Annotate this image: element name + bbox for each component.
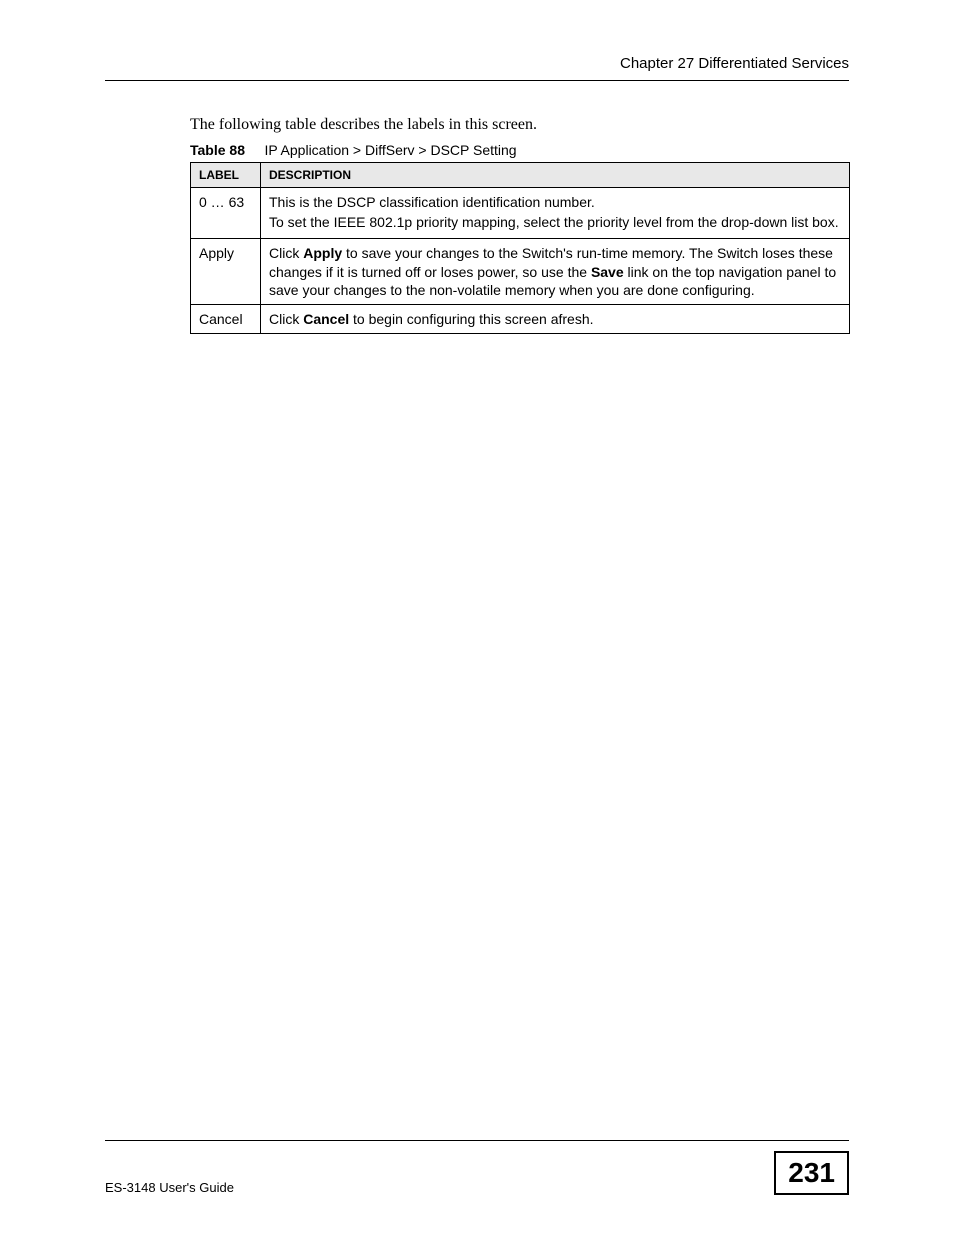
document-page: Chapter 27 Differentiated Services The f… — [0, 0, 954, 1235]
intro-paragraph: The following table describes the labels… — [190, 116, 849, 134]
page-header: Chapter 27 Differentiated Services — [105, 55, 849, 81]
page-number: 231 — [774, 1151, 849, 1195]
table-header-row: LABEL DESCRIPTION — [191, 163, 850, 188]
table-row: Cancel Click Cancel to begin configuring… — [191, 304, 850, 333]
cell-description: Click Apply to save your changes to the … — [261, 239, 850, 305]
desc-text: to begin configuring this screen afresh. — [349, 311, 593, 327]
table-title: IP Application > DiffServ > DSCP Setting — [264, 142, 516, 158]
desc-bold: Save — [591, 264, 624, 280]
column-header-label: LABEL — [191, 163, 261, 188]
desc-text: Click — [269, 245, 303, 261]
cell-label: 0 … 63 — [191, 188, 261, 239]
cell-label: Apply — [191, 239, 261, 305]
desc-text: Click — [269, 311, 303, 327]
cell-label: Cancel — [191, 304, 261, 333]
cell-description: This is the DSCP classification identifi… — [261, 188, 850, 239]
description-table: LABEL DESCRIPTION 0 … 63 This is the DSC… — [190, 162, 850, 334]
table-row: 0 … 63 This is the DSCP classification i… — [191, 188, 850, 239]
desc-bold: Apply — [303, 245, 342, 261]
cell-description: Click Cancel to begin configuring this s… — [261, 304, 850, 333]
page-footer: ES-3148 User's Guide 231 — [105, 1140, 849, 1195]
desc-bold: Cancel — [303, 311, 349, 327]
table-caption: Table 88 IP Application > DiffServ > DSC… — [190, 142, 849, 158]
column-header-description: DESCRIPTION — [261, 163, 850, 188]
table-row: Apply Click Apply to save your changes t… — [191, 239, 850, 305]
footer-guide-name: ES-3148 User's Guide — [105, 1180, 234, 1195]
table-number: Table 88 — [190, 142, 245, 158]
desc-line: To set the IEEE 802.1p priority mapping,… — [269, 213, 841, 231]
chapter-title: Chapter 27 Differentiated Services — [620, 55, 849, 72]
desc-line: This is the DSCP classification identifi… — [269, 193, 841, 211]
